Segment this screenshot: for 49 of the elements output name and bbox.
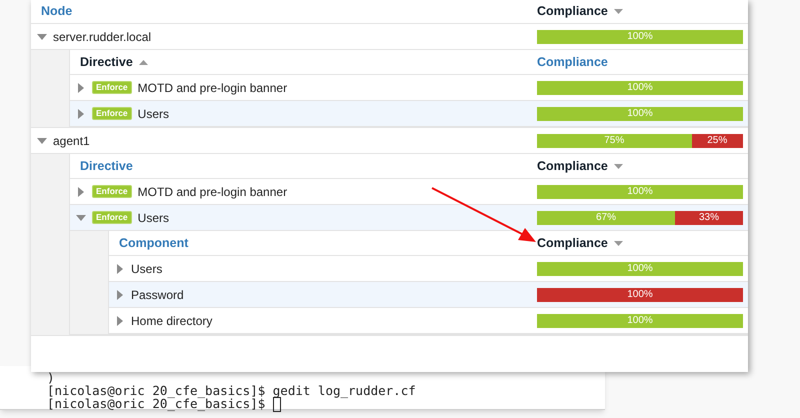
compliance-segment: 25% xyxy=(692,134,743,148)
terminal-line: [nicolas@oric 20_cfe_basics]$ gedit log_rudder.cf xyxy=(47,384,416,397)
caret-down-icon[interactable] xyxy=(37,34,47,40)
terminal-cursor-icon xyxy=(273,397,282,412)
caret-right-icon[interactable] xyxy=(78,108,84,118)
compliance-segment: 75% xyxy=(537,134,692,148)
column-header[interactable]: Compliance xyxy=(537,52,608,72)
column-header[interactable]: Node xyxy=(41,2,72,21)
compliance-segment: 100% xyxy=(537,314,743,328)
row-name[interactable]: Home directory xyxy=(131,312,212,330)
caret-right-icon[interactable] xyxy=(117,264,123,274)
terminal-line: ) xyxy=(47,372,55,384)
caret-right-icon[interactable] xyxy=(117,290,123,300)
row-name[interactable]: Users xyxy=(131,260,162,278)
caret-down-icon[interactable] xyxy=(76,214,86,220)
enforce-badge: Enforce xyxy=(92,211,132,224)
enforce-badge: Enforce xyxy=(92,107,132,120)
column-header[interactable]: Compliance xyxy=(537,234,623,252)
caret-right-icon[interactable] xyxy=(78,186,84,196)
column-header[interactable]: Compliance xyxy=(537,2,623,21)
row-name[interactable]: Users xyxy=(138,104,169,122)
compliance-segment: 100% xyxy=(537,184,743,198)
compliance-segment: 100% xyxy=(537,262,743,276)
compliance-segment: 100% xyxy=(537,106,743,120)
compliance-segment: 100% xyxy=(537,30,743,44)
column-header[interactable]: Directive xyxy=(80,156,133,176)
compliance-segment: 67% xyxy=(537,210,676,224)
terminal-line: [nicolas@oric 20_cfe_basics]$ xyxy=(47,398,266,411)
caret-right-icon[interactable] xyxy=(117,316,123,326)
sort-down-icon xyxy=(614,9,623,14)
caret-down-icon[interactable] xyxy=(37,138,47,144)
enforce-badge: Enforce xyxy=(92,185,132,198)
compliance-segment: 100% xyxy=(537,80,743,94)
row-name[interactable]: Users xyxy=(138,208,169,226)
compliance-segment: 33% xyxy=(675,210,743,224)
sort-down-icon xyxy=(614,164,623,168)
node-name[interactable]: agent1 xyxy=(53,132,90,150)
row-name[interactable]: Password xyxy=(131,286,184,304)
enforce-badge: Enforce xyxy=(92,81,132,94)
column-header[interactable]: Directive xyxy=(80,52,148,72)
node-name[interactable]: server.rudder.local xyxy=(53,28,152,46)
column-header[interactable]: Component xyxy=(119,234,188,252)
caret-right-icon[interactable] xyxy=(78,82,84,92)
sort-down-icon xyxy=(614,240,623,246)
row-name[interactable]: MOTD and pre-login banner xyxy=(138,182,288,200)
row-name[interactable]: MOTD and pre-login banner xyxy=(138,78,288,96)
column-header[interactable]: Compliance xyxy=(537,156,623,176)
sort-up-icon xyxy=(138,60,148,64)
compliance-segment: 100% xyxy=(537,288,743,302)
